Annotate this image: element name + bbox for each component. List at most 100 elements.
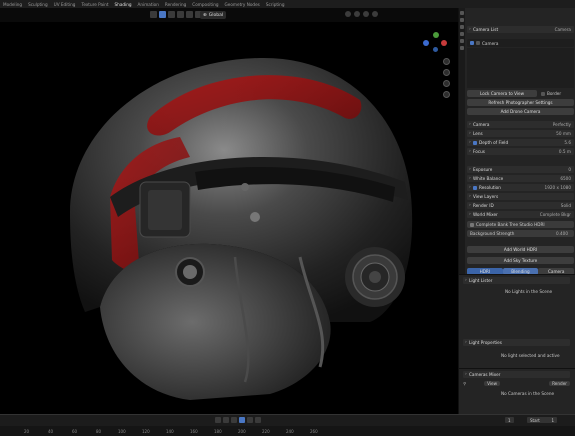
render-toggle[interactable]: Render — [549, 381, 570, 386]
workspace-tab[interactable]: Sculpting — [28, 2, 48, 7]
gizmo-x-axis-icon[interactable] — [423, 40, 429, 46]
add-sky-texture-button[interactable]: Add Sky Texture — [467, 257, 574, 264]
lens-value[interactable]: 50 mm — [556, 131, 571, 136]
play-icon[interactable] — [239, 417, 245, 423]
camera-item-label: Camera — [482, 40, 499, 46]
camera-list-item[interactable]: Camera — [467, 39, 574, 47]
world-mixer-section[interactable]: World Mixer Complete Bkgr — [467, 211, 574, 218]
selection-mode-group — [150, 11, 202, 18]
white-balance-section[interactable]: White Balance 6500 — [467, 175, 574, 182]
select-box-icon[interactable] — [159, 11, 166, 18]
search-icon[interactable]: ⚲ — [463, 381, 466, 386]
view-toggle[interactable]: View — [484, 381, 501, 386]
world-mixer-value[interactable]: Complete Bkgr — [540, 212, 571, 217]
light-lister-header[interactable]: Light Lister — [463, 277, 570, 284]
select-extend-icon[interactable] — [168, 11, 175, 18]
border-checkbox-icon[interactable] — [541, 91, 545, 96]
tool-tab-icon[interactable] — [460, 11, 464, 15]
focus-value[interactable]: 0.5 m — [559, 149, 571, 154]
timeline-ruler[interactable]: 1 20 40 60 80 100 120 140 160 180 200 22… — [0, 426, 575, 436]
render-tab-icon[interactable] — [460, 18, 464, 22]
workspace-tab-active[interactable]: Shading — [115, 2, 132, 7]
workspace-tab[interactable]: Animation — [138, 2, 159, 7]
current-frame-field[interactable]: 1 — [505, 417, 514, 423]
tick-label: 160 — [190, 429, 198, 434]
camera-tab-label[interactable]: Camera — [555, 27, 571, 32]
border-toggle[interactable]: Border — [541, 90, 574, 97]
workspace-tab[interactable]: UV Editing — [54, 2, 76, 7]
object-tab-icon[interactable] — [460, 46, 464, 50]
lens-section[interactable]: Lens 50 mm — [467, 130, 574, 137]
render-id-value[interactable]: Solid — [561, 203, 571, 208]
add-world-hdri-button[interactable]: Add World HDRI — [467, 246, 574, 253]
hdri-name-field[interactable]: Complete Bank Tree Studio HDRI — [467, 221, 574, 228]
play-reverse-icon[interactable] — [231, 417, 237, 423]
view-layers-section[interactable]: View Layers — [467, 193, 574, 200]
camera-view-icon[interactable] — [443, 80, 450, 87]
camera-checkbox-icon[interactable] — [470, 41, 474, 45]
tick-label: 60 — [72, 429, 78, 434]
render-id-section[interactable]: Render ID Solid — [467, 202, 574, 209]
background-strength-slider[interactable]: Background Strength 0.400 — [467, 230, 574, 237]
tick-label: 100 — [118, 429, 126, 434]
white-balance-value[interactable]: 6500 — [560, 176, 571, 181]
world-tab-icon[interactable] — [460, 39, 464, 43]
dof-checkbox-icon[interactable] — [473, 140, 477, 145]
prev-keyframe-icon[interactable] — [223, 417, 229, 423]
exposure-section[interactable]: Exposure 0 — [467, 166, 574, 173]
pan-hand-icon[interactable] — [443, 69, 450, 76]
lock-camera-to-view-button[interactable]: Lock Camera to View — [467, 90, 537, 97]
resolution-section[interactable]: Resolution 1920 x 1080 — [467, 184, 574, 191]
workspace-tab[interactable]: Modeling — [3, 2, 22, 7]
globe-icon: ⊕ — [203, 12, 207, 18]
zoom-icon[interactable] — [443, 58, 450, 65]
gizmo-z-axis-icon[interactable] — [441, 40, 447, 46]
workspace-tab[interactable]: Rendering — [165, 2, 186, 7]
light-lister-title: Light Lister — [469, 278, 493, 283]
cameras-mixer-controls: ⚲ View Render — [463, 380, 570, 387]
light-properties-header[interactable]: Light Properties — [463, 339, 570, 346]
refresh-photographer-button[interactable]: Refresh Photographer Settings — [467, 99, 574, 106]
workspace-tab[interactable]: Geometry Nodes — [225, 2, 260, 7]
add-drone-camera-label: Add Drone Camera — [500, 109, 541, 114]
camera-list-header[interactable]: Camera List Camera — [467, 26, 574, 33]
dof-section[interactable]: Depth of Field 5.6 — [467, 139, 574, 146]
scene-tab-icon[interactable] — [460, 32, 464, 36]
proportional-edit-icon[interactable] — [363, 11, 369, 17]
select-subtract-icon[interactable] — [177, 11, 184, 18]
transform-orientation-dropdown[interactable]: ⊕ Global — [200, 11, 227, 19]
resolution-value[interactable]: 1920 x 1080 — [545, 185, 571, 190]
focus-section[interactable]: Focus 0.5 m — [467, 148, 574, 155]
exposure-value[interactable]: 0 — [568, 167, 571, 172]
workspace-tab[interactable]: Compositing — [192, 2, 218, 7]
workspace-tab[interactable]: Texture Paint — [81, 2, 108, 7]
workspace-tab[interactable]: Scripting — [266, 2, 285, 7]
jump-start-icon[interactable] — [215, 417, 221, 423]
start-frame-field[interactable]: Start 1 — [527, 417, 557, 423]
gizmo-y-axis-icon[interactable] — [433, 32, 439, 38]
snap-icon[interactable] — [354, 11, 360, 17]
output-tab-icon[interactable] — [460, 25, 464, 29]
gizmo-neg-axis-icon[interactable] — [433, 47, 438, 52]
filter-icon[interactable] — [372, 11, 378, 17]
object-mode-icon[interactable] — [150, 11, 157, 18]
jump-end-icon[interactable] — [255, 417, 261, 423]
camera-section[interactable]: Camera Perfectly — [467, 121, 574, 128]
border-label: Border — [547, 91, 562, 96]
3d-viewport[interactable] — [0, 22, 458, 414]
next-keyframe-icon[interactable] — [247, 417, 253, 423]
dof-value[interactable]: 5.6 — [564, 140, 571, 145]
perspective-grid-icon[interactable] — [443, 91, 450, 98]
select-invert-icon[interactable] — [186, 11, 193, 18]
camera-preset-value[interactable]: Perfectly — [553, 122, 571, 127]
tick-label: 180 — [214, 429, 222, 434]
cameras-mixer-header[interactable]: Cameras Mixer — [463, 371, 570, 378]
navigation-gizmo[interactable] — [423, 32, 449, 54]
hdri-name-label: Complete Bank Tree Studio HDRI — [476, 222, 545, 227]
pivot-icon[interactable] — [345, 11, 351, 17]
resolution-checkbox-icon[interactable] — [473, 185, 477, 190]
no-light-selected-message: No light selected and active — [501, 353, 560, 358]
start-label: Start — [530, 417, 540, 423]
properties-panel: Camera List Camera Camera Lock Camera to… — [458, 8, 575, 278]
add-drone-camera-button[interactable]: Add Drone Camera — [467, 108, 574, 115]
